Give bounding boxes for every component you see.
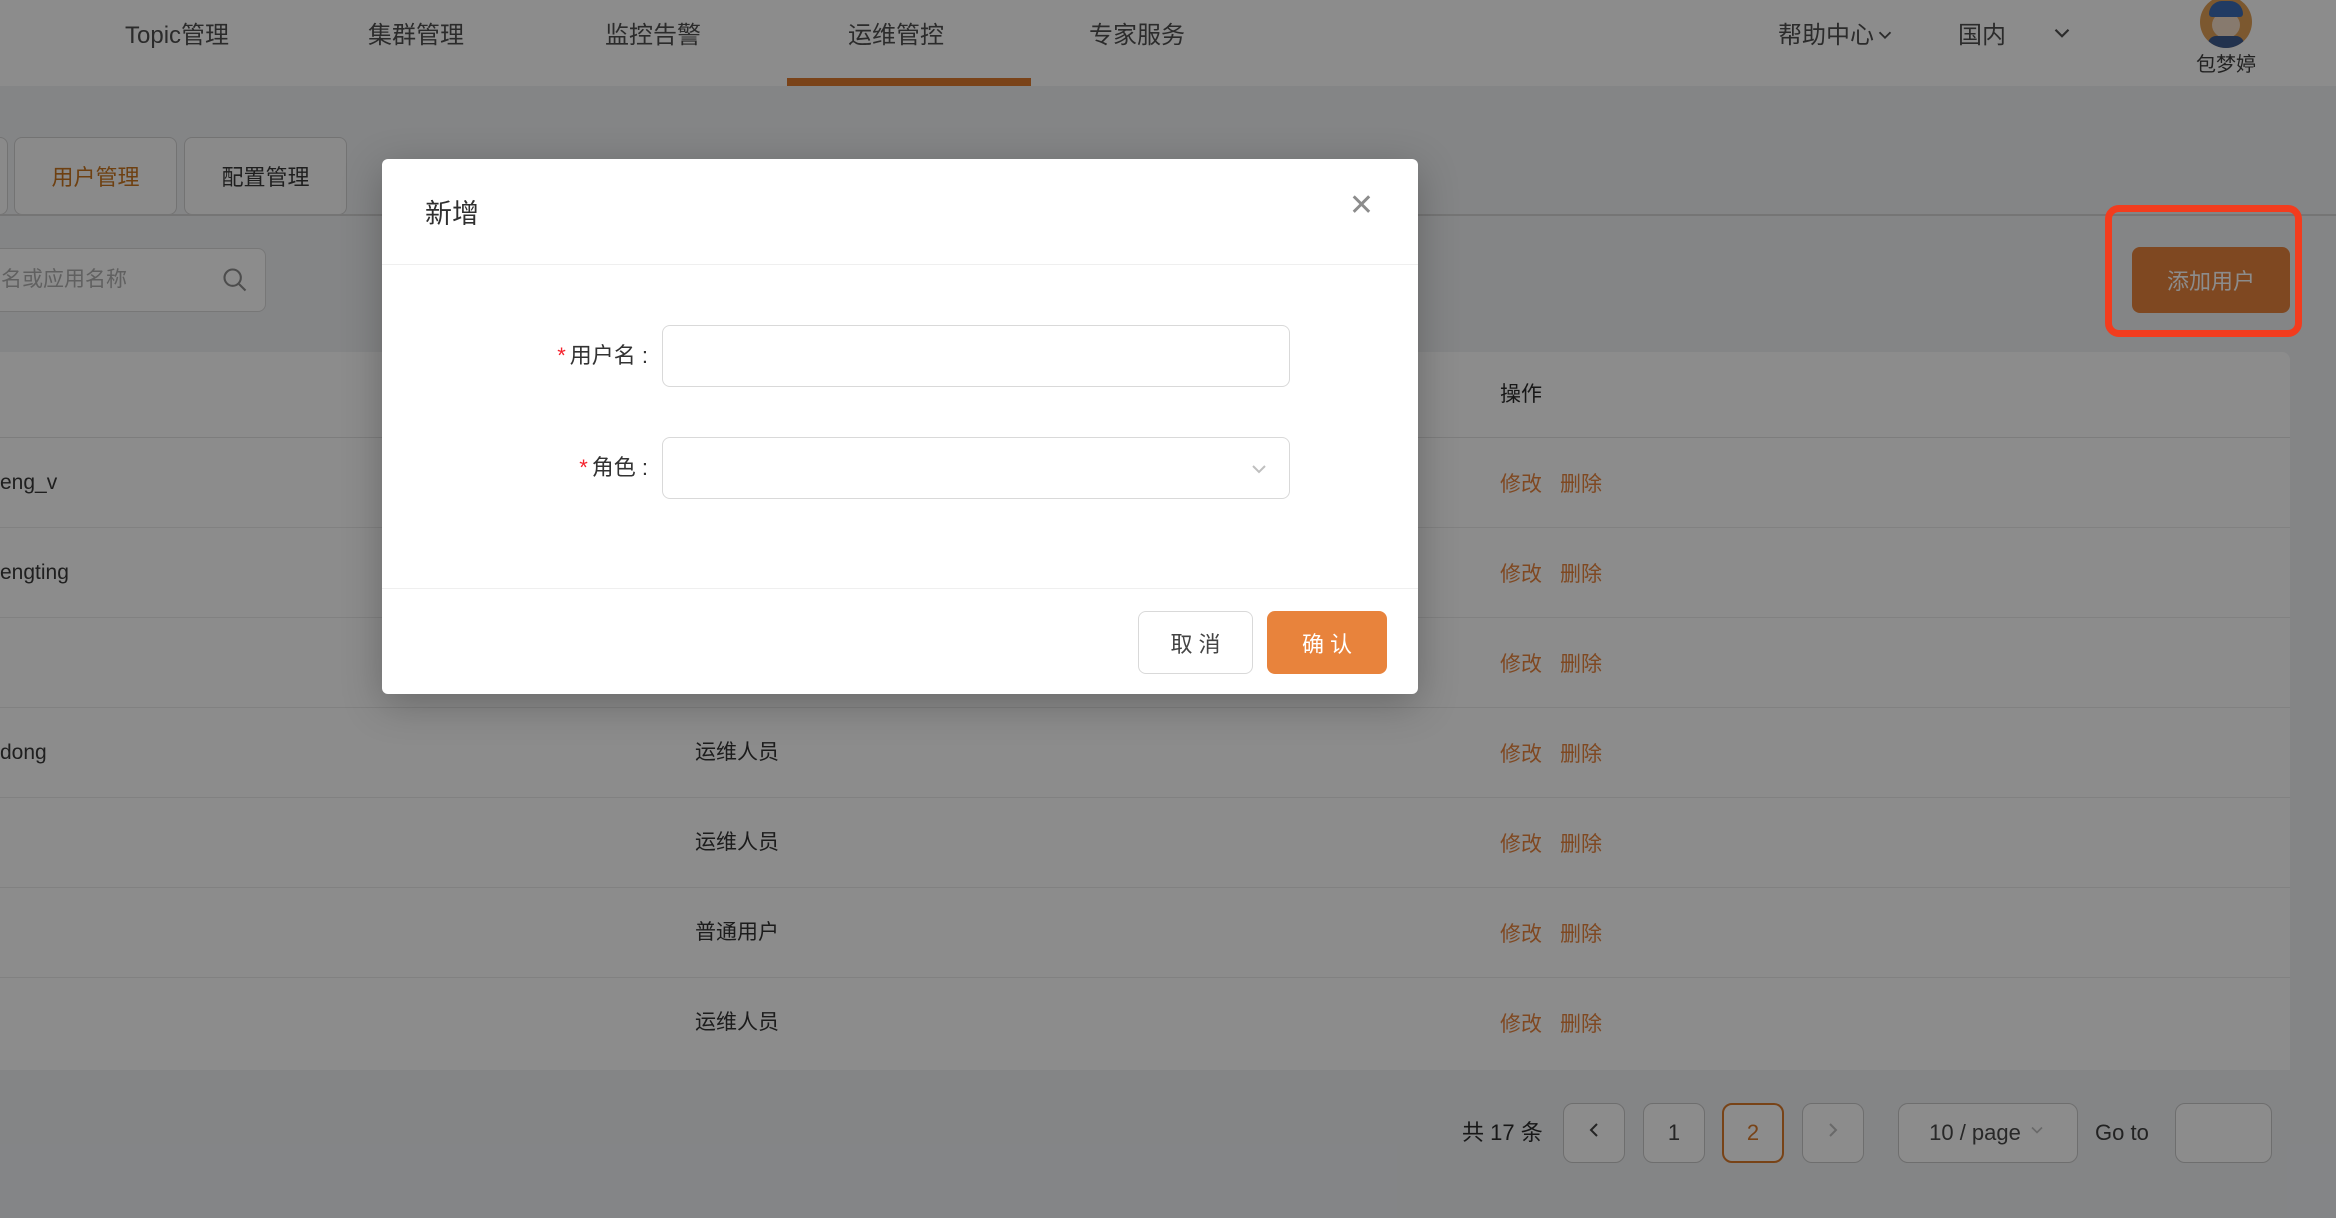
modal-footer: 取 消 确 认 xyxy=(382,588,1418,694)
annotation-highlight-box xyxy=(2105,205,2302,337)
cancel-button[interactable]: 取 消 xyxy=(1138,611,1253,674)
username-field-label: *用户名 : xyxy=(382,325,648,387)
close-icon[interactable]: ✕ xyxy=(1349,191,1374,221)
required-mark: * xyxy=(557,343,566,368)
required-mark: * xyxy=(579,455,588,480)
confirm-button[interactable]: 确 认 xyxy=(1267,611,1387,674)
modal-header: 新增 ✕ xyxy=(382,159,1418,265)
app-root: Topic管理 集群管理 监控告警 运维管控 专家服务 帮助中心 国内 包梦婷 … xyxy=(0,0,2336,1218)
username-form-row: *用户名 : xyxy=(382,325,1418,387)
role-field-label: *角色 : xyxy=(382,437,648,499)
chevron-down-icon xyxy=(1247,457,1271,486)
role-select[interactable] xyxy=(662,437,1290,499)
modal-title: 新增 xyxy=(425,192,479,231)
username-field[interactable] xyxy=(662,325,1290,387)
role-form-row: *角色 : xyxy=(382,437,1418,499)
add-user-modal: 新增 ✕ *用户名 : *角色 : 取 消 确 认 xyxy=(382,159,1418,694)
